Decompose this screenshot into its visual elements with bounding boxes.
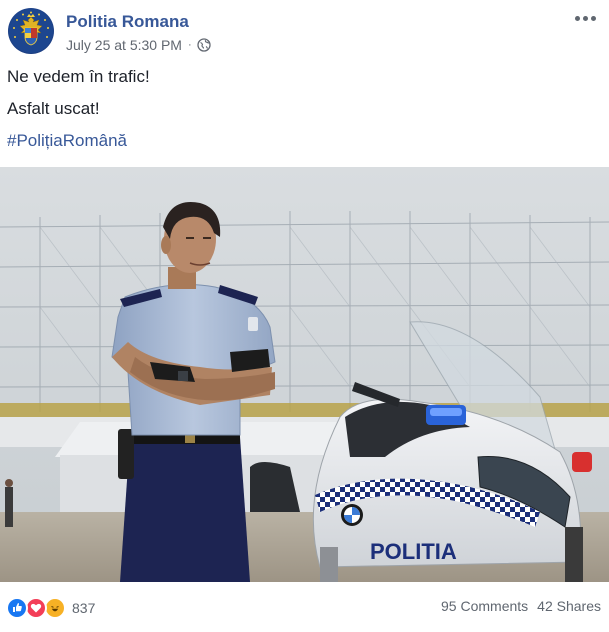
post-timestamp[interactable]: July 25 at 5:30 PM: [66, 37, 182, 53]
post-line-1: Ne vedem în trafic!: [7, 67, 150, 86]
reaction-count: 837: [72, 600, 96, 616]
like-icon: [6, 597, 28, 619]
facebook-post: Politia Romana July 25 at 5:30 PM · Ne v…: [0, 0, 609, 632]
globe-icon[interactable]: [196, 38, 211, 52]
post-message: Ne vedem în trafic! Asfalt uscat! #Poliț…: [7, 66, 597, 162]
more-dot: [582, 15, 588, 21]
page-avatar[interactable]: [8, 8, 54, 54]
post-meta: July 25 at 5:30 PM ·: [66, 37, 211, 53]
hashtag-link[interactable]: #PolițiaRomână: [7, 131, 127, 150]
page-name-link[interactable]: Politia Romana: [66, 12, 189, 32]
reactions-summary[interactable]: 837: [6, 597, 95, 619]
police-officer-motorcycle-image: POLITIA: [0, 167, 609, 582]
engagement-counts: 95 Comments 42 Shares: [441, 598, 601, 614]
post-photo[interactable]: POLITIA: [0, 167, 609, 582]
post-line-2: Asfalt uscat!: [7, 99, 100, 118]
haha-icon: [44, 597, 66, 619]
motorcycle-politia-label: POLITIA: [370, 539, 457, 564]
post-header: Politia Romana July 25 at 5:30 PM ·: [0, 0, 609, 64]
love-icon: [25, 597, 47, 619]
more-dot: [590, 15, 596, 21]
meta-separator: ·: [187, 39, 192, 51]
shares-count-link[interactable]: 42 Shares: [537, 598, 601, 614]
post-footer: 837 95 Comments 42 Shares: [0, 587, 609, 627]
more-options-icon[interactable]: [573, 8, 597, 28]
romanian-coat-of-arms-icon: [9, 9, 53, 53]
more-dot: [574, 15, 580, 21]
comments-count-link[interactable]: 95 Comments: [441, 598, 528, 614]
